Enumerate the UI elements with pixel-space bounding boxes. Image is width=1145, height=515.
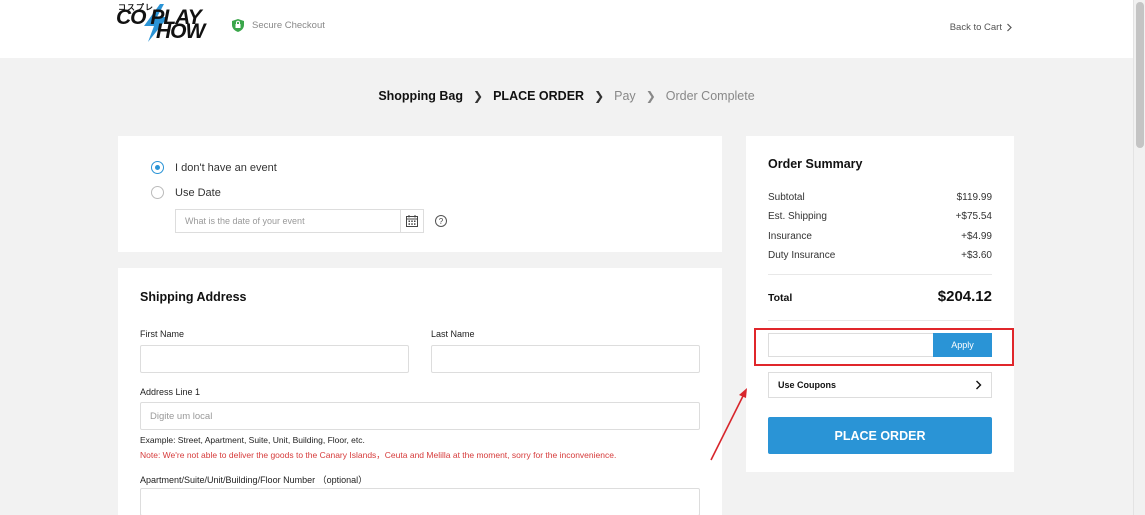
step-order-complete: Order Complete [665, 89, 755, 103]
calendar-icon [406, 215, 418, 227]
summary-row-value: +$4.99 [961, 231, 992, 242]
summary-row-insurance: Insurance +$4.99 [768, 231, 992, 242]
shield-icon [232, 19, 244, 32]
summary-row-duty-insurance: Duty Insurance +$3.60 [768, 250, 992, 261]
event-date-picker: What is the date of your event ? [175, 209, 447, 233]
chevron-right-icon: ❯ [473, 89, 484, 103]
shipping-address-card: Shipping Address First Name Last Name Ad… [118, 268, 722, 515]
annotation-arrow-icon [710, 388, 747, 461]
chevron-right-icon [976, 380, 982, 390]
address-line-1-label: Address Line 1 [140, 387, 201, 397]
step-pay: Pay [614, 89, 636, 103]
summary-row-label: Duty Insurance [768, 250, 836, 261]
calendar-button[interactable] [400, 209, 424, 233]
last-name-label: Last Name [431, 329, 475, 339]
chevron-right-icon: ❯ [645, 89, 656, 103]
divider [768, 274, 992, 275]
chevron-right-icon: ❯ [594, 89, 605, 103]
radio-use-date-label: Use Date [175, 186, 221, 199]
step-shopping-bag[interactable]: Shopping Bag [368, 89, 473, 103]
event-card: I don't have an event Use Date What is t… [118, 136, 722, 252]
summary-row-value: +$3.60 [961, 250, 992, 261]
scrollbar-thumb[interactable] [1136, 2, 1144, 148]
address-example: Example: Street, Apartment, Suite, Unit,… [140, 435, 365, 445]
checkout-steps: Shopping Bag ❯ PLACE ORDER ❯ Pay ❯ Order… [0, 89, 1133, 103]
order-summary-title: Order Summary [768, 157, 863, 171]
help-icon[interactable]: ? [435, 215, 447, 227]
step-place-order: PLACE ORDER [493, 89, 585, 103]
address-delivery-note: Note: We're not able to deliver the good… [140, 450, 617, 460]
first-name-label: First Name [140, 329, 185, 339]
summary-row-value: $119.99 [956, 192, 992, 203]
back-to-cart-link[interactable]: Back to Cart [950, 22, 1013, 33]
page-scrollbar[interactable] [1133, 0, 1145, 515]
summary-row-label: Est. Shipping [768, 211, 827, 222]
summary-row-value: +$75.54 [955, 211, 992, 222]
secure-checkout-label: Secure Checkout [252, 20, 325, 31]
order-summary-card: Order Summary Subtotal $119.99 Est. Ship… [746, 136, 1014, 472]
radio-no-event[interactable]: I don't have an event [151, 161, 277, 174]
event-date-input[interactable]: What is the date of your event [175, 209, 400, 233]
first-name-input[interactable] [140, 345, 409, 373]
coupon-code-input[interactable] [768, 333, 934, 357]
shipping-address-title: Shipping Address [140, 290, 247, 304]
total-label: Total [768, 292, 793, 304]
divider [768, 320, 992, 321]
summary-row-label: Subtotal [768, 192, 805, 203]
radio-no-event-label: I don't have an event [175, 161, 277, 174]
secure-checkout: Secure Checkout [232, 19, 325, 32]
cosplayshow-logo[interactable]: コスプレ CO PLAY HOW [116, 2, 212, 44]
place-order-button[interactable]: PLACE ORDER [768, 417, 992, 454]
summary-row-subtotal: Subtotal $119.99 [768, 192, 992, 203]
use-coupons-button[interactable]: Use Coupons [768, 372, 992, 398]
radio-button-selected[interactable] [151, 161, 164, 174]
apartment-label: Apartment/Suite/Unit/Building/Floor Numb… [140, 475, 368, 485]
logo-line-2: HOW [156, 20, 205, 43]
chevron-right-icon [1007, 23, 1012, 32]
last-name-input[interactable] [431, 345, 700, 373]
header: コスプレ CO PLAY HOW Secure Checkout Back to… [0, 0, 1133, 58]
address-line-1-input[interactable]: Digite um local [140, 402, 700, 430]
radio-use-date[interactable]: Use Date [151, 186, 221, 199]
apply-coupon-button[interactable]: Apply [933, 333, 992, 357]
use-coupons-label: Use Coupons [778, 380, 837, 390]
back-to-cart-label: Back to Cart [949, 22, 1002, 33]
radio-button[interactable] [151, 186, 164, 199]
total-value: $204.12 [937, 288, 992, 305]
apartment-input[interactable] [140, 488, 700, 515]
summary-row-shipping: Est. Shipping +$75.54 [768, 211, 992, 222]
summary-row-label: Insurance [768, 231, 812, 242]
